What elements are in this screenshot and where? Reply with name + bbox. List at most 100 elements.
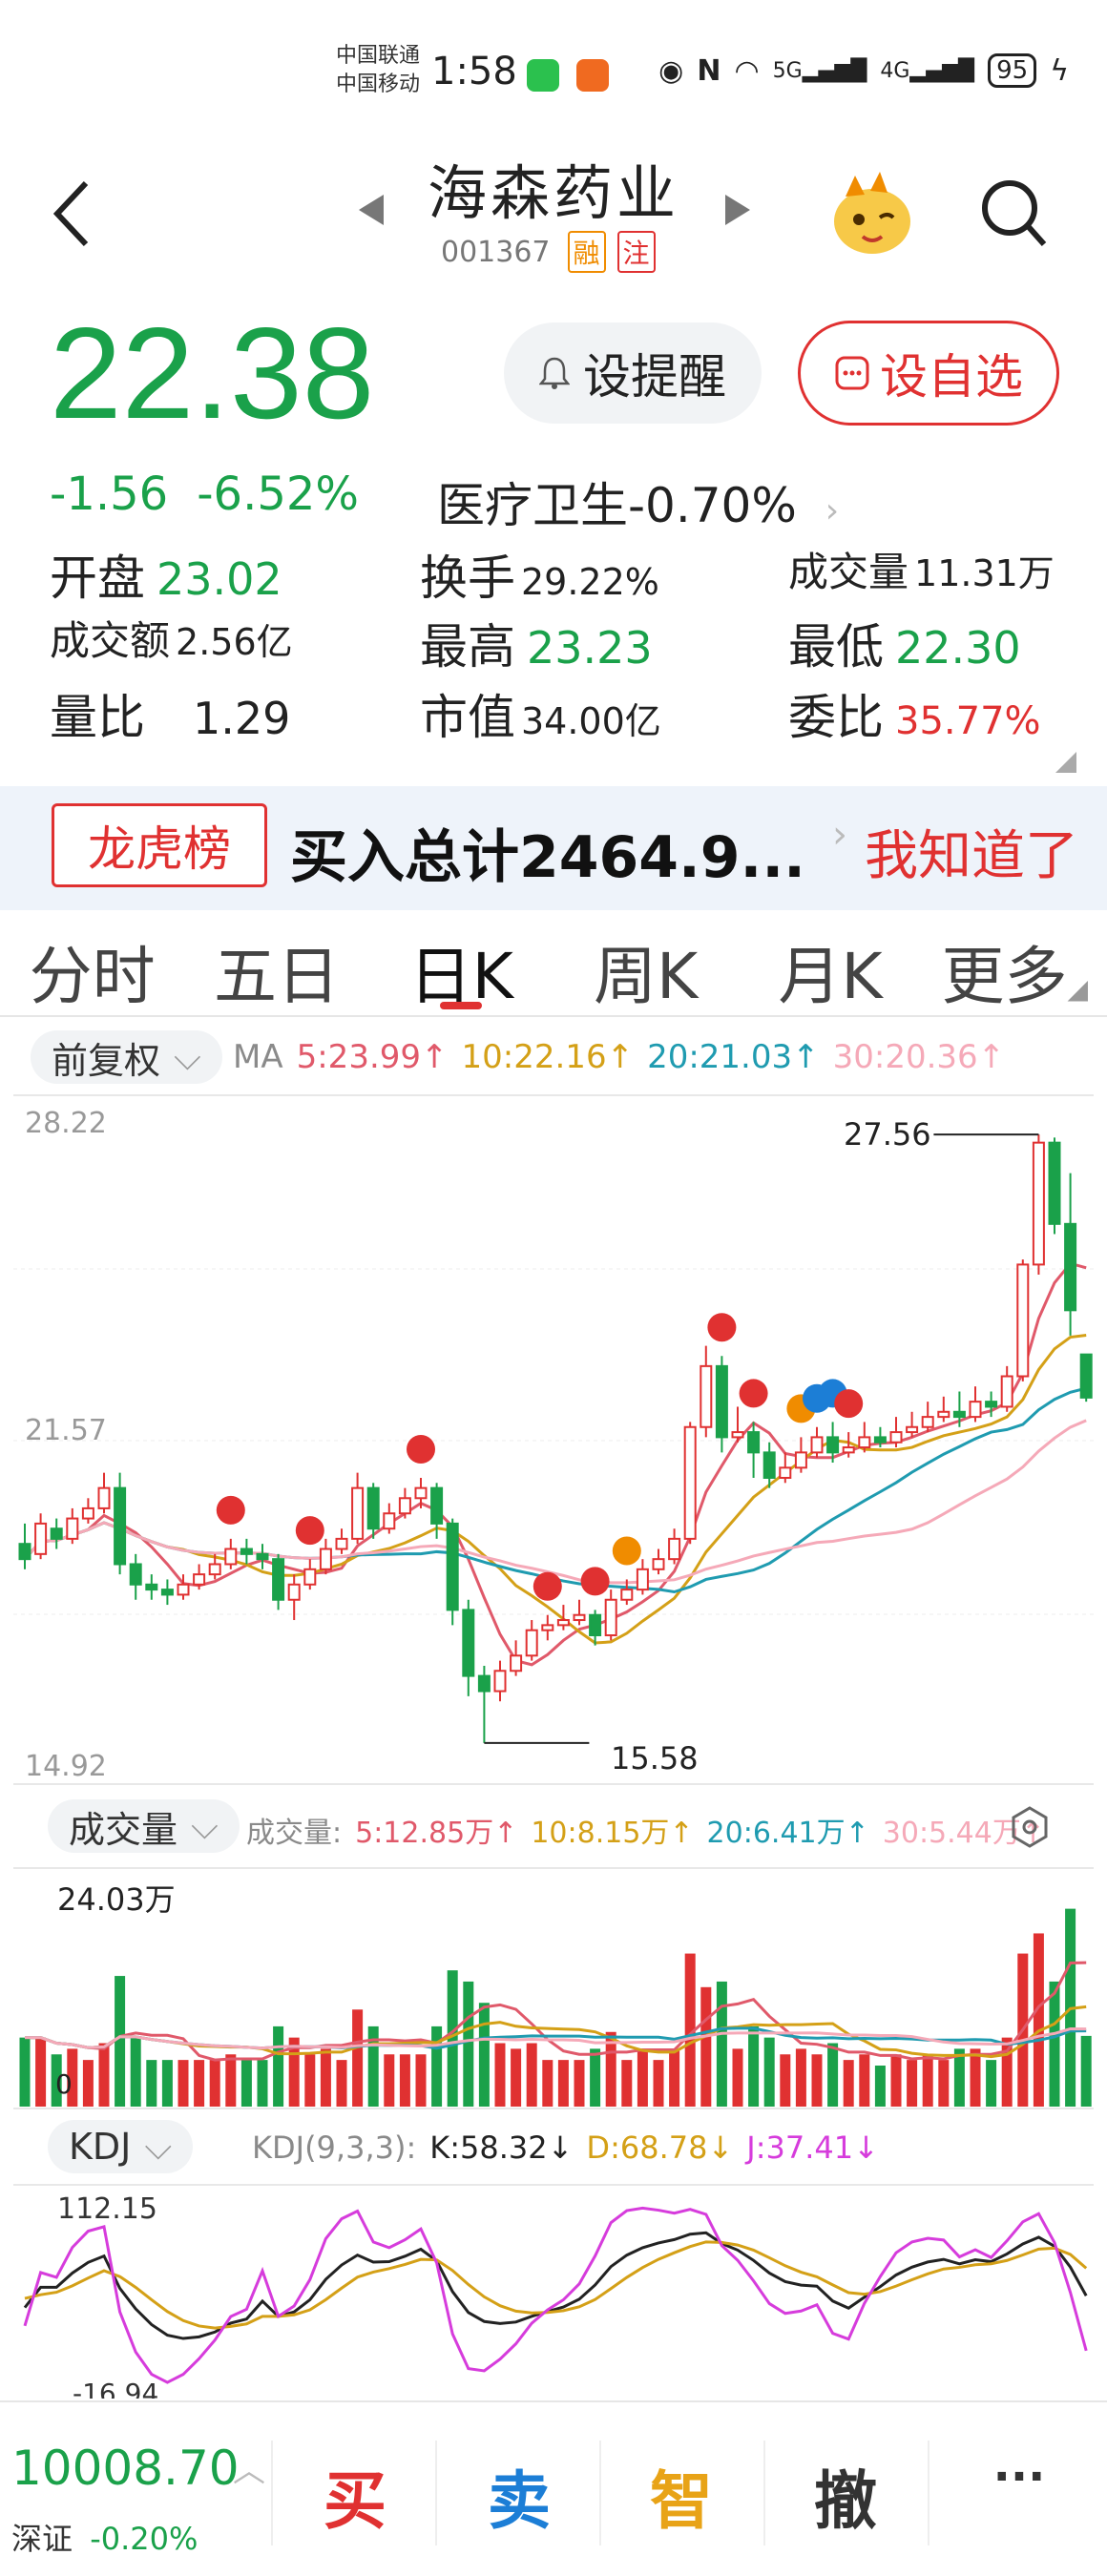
kdj-legend: KDJ(9,3,3): K:58.32↓ D:68.78↓ J:37.41↓ [252, 2129, 879, 2166]
stock-code: 001367 [441, 235, 551, 269]
candle-body [1000, 1375, 1013, 1408]
sector-link[interactable]: 医疗卫生-0.70% › [437, 467, 839, 536]
kdj-chart[interactable] [0, 2183, 1107, 2397]
candle-body [589, 1613, 602, 1637]
volume-bar [1049, 1981, 1060, 2107]
sell-button[interactable]: 卖 [462, 2450, 576, 2542]
volume-bar [82, 2060, 94, 2107]
candle-body [129, 1563, 142, 1586]
candle-body [969, 1401, 982, 1419]
volume-bar [716, 1981, 727, 2107]
stat-high-value: 23.23 [527, 622, 653, 674]
candle-body [493, 1670, 507, 1693]
ma-title: MA [233, 1038, 283, 1076]
kline-chart[interactable] [0, 1093, 1107, 1786]
volume-bar [494, 2043, 506, 2107]
volume-bar [763, 2037, 775, 2107]
tab-more-label: 更多 [941, 940, 1068, 1013]
candle-body [351, 1486, 365, 1540]
candle-body [810, 1436, 824, 1454]
vol20-value: 20:6.41万↑ [706, 1817, 869, 1850]
kdj-indicator-select[interactable]: KDJ ⌵ [48, 2120, 194, 2173]
index-name: 深证 [11, 2521, 73, 2557]
candle-body [366, 1486, 380, 1530]
volume-bar [700, 1986, 712, 2107]
signal-5g-icon: 5G▂▄▆█ [772, 58, 867, 83]
candle-body [985, 1401, 998, 1408]
candle-body [873, 1436, 887, 1444]
candle-body [952, 1410, 966, 1419]
candle-body [18, 1543, 31, 1561]
volume-indicator-select[interactable]: 成交量 ⌵ [48, 1799, 240, 1853]
bar-separator-5 [928, 2441, 929, 2545]
stat-high-label: 最高 [420, 619, 515, 675]
kdj-k-line [23, 2231, 1088, 2340]
set-alert-button[interactable]: 设提醒 [504, 322, 762, 424]
volume-bar [352, 2009, 364, 2107]
kline-ma-lines [23, 1261, 1087, 1667]
status-icons: ◉ N ◠ 5G▂▄▆█ 4G▂▄▆█ 95 ϟ [658, 53, 1069, 88]
stat-committee-label: 委比 [788, 690, 884, 745]
kdj-axis-bottom: -16.94 [73, 2378, 159, 2399]
volume-bar [146, 2060, 157, 2107]
ma5-value: 5:23.99↑ [296, 1038, 449, 1076]
tab-more[interactable]: 更多◢ [923, 910, 1107, 1015]
volume-bar [304, 2054, 316, 2107]
stat-low-value: 22.30 [895, 622, 1021, 674]
tab-monthly-k[interactable]: 月K [738, 910, 922, 1015]
favorite-icon [835, 356, 869, 390]
price-change-pct: -6.52% [197, 467, 360, 521]
dismiss-banner-button[interactable]: 我知道了 [865, 813, 1078, 890]
smart-button[interactable]: 智 [624, 2450, 739, 2542]
index-value[interactable]: 10008.70 [11, 2441, 240, 2496]
bottom-action-bar: 10008.70 ︿ 深证 -0.20% 买 卖 智 撤 ··· [0, 2400, 1107, 2576]
tab-daily-k[interactable]: 日K [369, 910, 554, 1015]
candle-body [477, 1674, 491, 1693]
expand-corner-icon[interactable] [1055, 752, 1076, 773]
margin-tag: 融 [567, 231, 606, 273]
eye-icon: ◉ [658, 53, 684, 88]
volume-bar [669, 2048, 680, 2107]
candle-body [921, 1416, 934, 1428]
volume-bar [240, 2060, 252, 2107]
buy-marker [407, 1434, 435, 1464]
index-name-row: 深证 -0.20% [11, 2515, 198, 2559]
buy-button[interactable]: 买 [298, 2450, 412, 2542]
volume-bar [859, 2054, 870, 2107]
cancel-order-button[interactable]: 撤 [788, 2450, 903, 2542]
candle-body [81, 1506, 94, 1520]
tab-intraday-label: 分时 [29, 940, 156, 1013]
volume-bar [621, 2060, 633, 2107]
adjust-select[interactable]: 前复权 ⌵ [31, 1030, 222, 1084]
stat-high: 最高 23.23 [420, 609, 653, 677]
candle-body [66, 1517, 79, 1540]
tab-five-day[interactable]: 五日 [184, 910, 368, 1015]
volume-ma10-line [25, 2005, 1087, 2059]
volume-bar [431, 2025, 443, 2107]
tab-weekly-k[interactable]: 周K [554, 910, 738, 1015]
more-button[interactable]: ··· [962, 2450, 1076, 2503]
volume-bar [115, 1976, 126, 2107]
ma20-value: 20:21.03↑ [647, 1038, 820, 1076]
bar-separator-1 [271, 2441, 273, 2545]
candle-body [556, 1619, 570, 1627]
candle-body [858, 1436, 871, 1449]
settings-hex-icon[interactable] [1010, 1805, 1050, 1849]
candle-body [510, 1654, 523, 1672]
volume-bar [194, 2060, 205, 2107]
volume-bar [986, 2060, 997, 2107]
candle-body [906, 1425, 919, 1434]
buy-marker [707, 1313, 737, 1342]
volume-bar [590, 2048, 601, 2107]
banner-chevron-icon: › [832, 813, 847, 857]
tab-intraday[interactable]: 分时 [0, 910, 184, 1015]
candle-body [398, 1497, 411, 1515]
volume-bar [98, 2043, 110, 2107]
volume-bar [1080, 2035, 1092, 2107]
dragon-tiger-banner[interactable]: 龙虎榜 买入总计2464.9... › 我知道了 [0, 786, 1107, 910]
add-favorite-button[interactable]: 设自选 [798, 321, 1059, 426]
candle-body [731, 1431, 744, 1439]
kdj-d-line [24, 2240, 1088, 2330]
tabs-divider [0, 1015, 1107, 1017]
volume-bar [795, 2048, 806, 2107]
